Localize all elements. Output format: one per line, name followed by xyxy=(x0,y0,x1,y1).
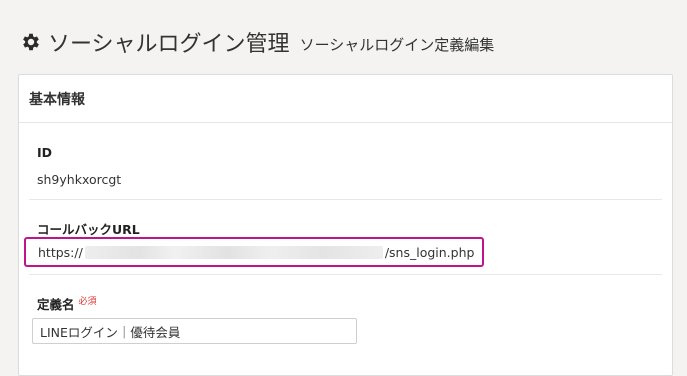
name-section: 定義名 必須 xyxy=(19,294,672,313)
page-subtitle: ソーシャルログイン定義編集 xyxy=(299,35,495,54)
required-badge: 必須 xyxy=(78,297,97,307)
page-title: ソーシャルログイン管理 xyxy=(48,32,290,57)
callback-url-suffix: /sns_login.php xyxy=(384,244,475,260)
callback-url-label: コールバックURL xyxy=(37,222,140,237)
callback-url-prefix: https:// xyxy=(38,244,83,260)
definition-name-input[interactable] xyxy=(32,318,357,344)
id-label: ID xyxy=(37,145,53,160)
page-header: ソーシャルログイン管理 ソーシャルログイン定義編集 xyxy=(20,24,494,60)
id-section: ID sh9yhkxorcgt xyxy=(19,145,672,187)
id-value: sh9yhkxorcgt xyxy=(37,172,122,187)
definition-name-label: 定義名 xyxy=(37,297,75,312)
redacted-domain xyxy=(84,245,383,259)
panel-title: 基本情報 xyxy=(19,75,672,123)
divider xyxy=(29,199,662,200)
basic-info-panel: 基本情報 ID sh9yhkxorcgt コールバックURL https:// … xyxy=(18,74,673,376)
callback-section: コールバックURL xyxy=(19,219,672,238)
divider xyxy=(29,274,662,275)
gear-icon xyxy=(23,33,39,51)
callback-url-value: https:// /sns_login.php xyxy=(24,237,484,267)
